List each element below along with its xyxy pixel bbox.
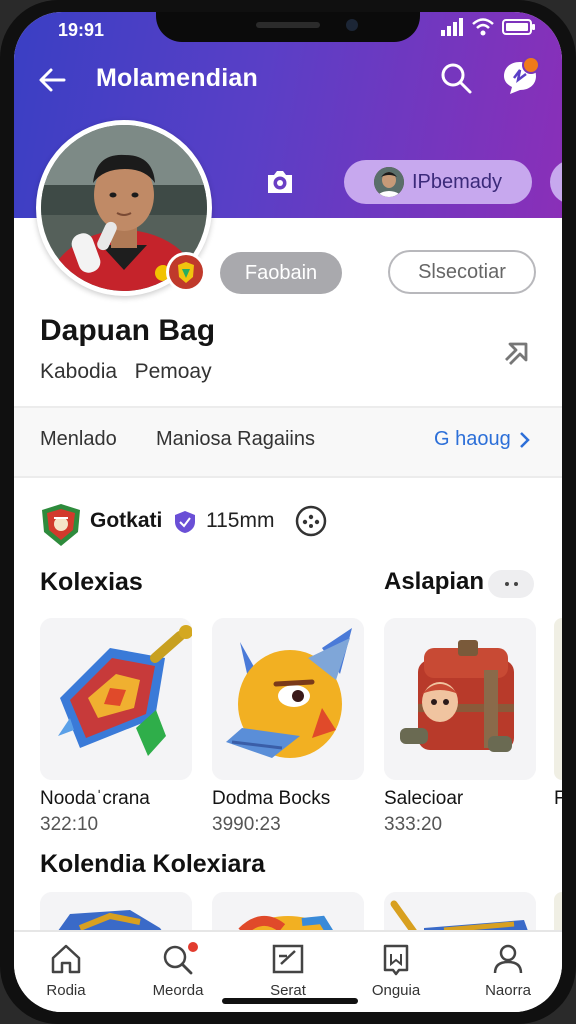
- nav-label: Rodia: [46, 982, 86, 999]
- section-title: Kolexias: [40, 568, 143, 596]
- device-notch: [156, 12, 420, 42]
- front-camera: [346, 19, 358, 31]
- signal-icon: [441, 18, 463, 36]
- card-number: 3990:23: [212, 814, 281, 835]
- divider: [14, 476, 562, 478]
- chevron-right-icon: [519, 431, 530, 448]
- profile-name: Dapuan Bag: [40, 314, 216, 347]
- card-title-partial: F: [554, 788, 562, 809]
- see-more-label: G haoug: [434, 428, 511, 450]
- dragon-head-icon: [212, 618, 364, 780]
- see-more-link[interactable]: G haoug: [434, 428, 531, 451]
- next-card-edge: [554, 618, 562, 780]
- battery-icon: [502, 19, 535, 35]
- search-icon[interactable]: [438, 60, 474, 96]
- dot-icon: [504, 582, 509, 586]
- card-title: Dodma Bocks: [212, 788, 331, 809]
- page-title: Molamendian: [96, 64, 258, 92]
- speaker-grille: [256, 22, 320, 28]
- section-more-button[interactable]: [488, 570, 534, 598]
- card-number: 333:20: [384, 814, 443, 835]
- collection-card[interactable]: [212, 618, 364, 780]
- nav-item-saved[interactable]: Onguia: [346, 942, 446, 1008]
- club-badge-icon: [166, 252, 206, 292]
- card-number: 322:10: [40, 814, 99, 835]
- more-options-icon[interactable]: [294, 504, 328, 538]
- shield-sword-icon: [40, 618, 192, 780]
- profile-subtitle: Kabodia Pemoay: [40, 360, 212, 383]
- bookmark-icon: [383, 944, 409, 976]
- home-indicator: [222, 998, 358, 1004]
- club-count: 115mm: [206, 509, 275, 532]
- nav-label: Serat: [270, 982, 306, 999]
- section-action-link[interactable]: Aslapian: [384, 568, 484, 596]
- home-icon: [51, 944, 81, 974]
- treasure-chest-icon: [384, 618, 536, 780]
- status-time: 19:91: [58, 20, 105, 40]
- status-icons: [440, 18, 536, 36]
- phone-frame: 19:91 Molamendian IPbemady Faobain Slsec…: [0, 0, 576, 1024]
- nav-label: Onguia: [371, 982, 421, 999]
- chip-label: IPbemady: [412, 170, 503, 193]
- wifi-icon: [472, 18, 494, 36]
- notification-badge: [522, 56, 540, 74]
- collection-card[interactable]: [384, 618, 536, 780]
- nav-item-profile[interactable]: Naorra: [458, 942, 558, 1008]
- card-title: Salecioar: [384, 788, 464, 809]
- stat-item[interactable]: Maniosa Ragaiins: [156, 428, 315, 451]
- primary-action-button[interactable]: Faobain: [220, 252, 342, 294]
- share-icon[interactable]: [498, 336, 534, 372]
- verified-icon: [175, 511, 195, 533]
- nav-label: Meorda: [152, 982, 204, 999]
- screen: 19:91 Molamendian IPbemady Faobain Slsec…: [14, 12, 562, 1012]
- nav-item-search[interactable]: Meorda: [128, 940, 228, 1008]
- club-logo-icon: [42, 504, 80, 546]
- stat-item[interactable]: Menlado: [40, 428, 117, 451]
- collection-card[interactable]: [40, 618, 192, 780]
- club-name: Gotkati: [90, 509, 163, 532]
- dot-icon: [513, 582, 518, 586]
- profile-icon: [493, 944, 523, 974]
- follow-chip[interactable]: IPbemady: [344, 160, 532, 204]
- nav-item-home[interactable]: Rodia: [16, 942, 116, 1008]
- section-title: Kolendia Kolexiara: [40, 850, 266, 878]
- card-title: Noodaˈcrana: [40, 788, 150, 809]
- secondary-action-button[interactable]: Slsecotiar: [388, 250, 536, 294]
- chip-avatar: [374, 167, 404, 197]
- nav-notification-dot: [186, 940, 200, 954]
- back-arrow-icon[interactable]: [34, 62, 70, 98]
- edit-icon: [272, 944, 304, 974]
- camera-icon[interactable]: [262, 164, 298, 200]
- nav-label: Naorra: [485, 982, 531, 999]
